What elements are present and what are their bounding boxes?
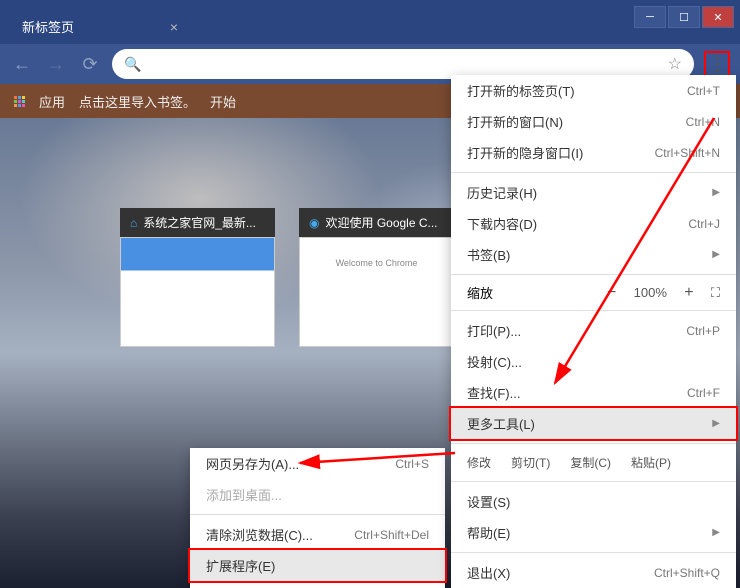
menu-item-settings[interactable]: 设置(S)	[451, 486, 736, 517]
menu-shortcut: Ctrl+J	[688, 217, 720, 231]
bookmark-star-icon[interactable]: ☆	[668, 54, 682, 74]
browser-window: 新标签页 × ─ ☐ ✕ ← → ⟳ 🔍 ☆ 应用 点击这里导入书签。 开始	[0, 0, 740, 588]
menu-item-downloads[interactable]: 下载内容(D) Ctrl+J	[451, 208, 736, 239]
menu-item-history[interactable]: 历史记录(H) ▶	[451, 177, 736, 208]
chevron-right-icon: ▶	[712, 187, 720, 198]
menu-item-cast[interactable]: 投射(C)...	[451, 346, 736, 377]
main-menu: 打开新的标签页(T) Ctrl+T 打开新的窗口(N) Ctrl+N 打开新的隐…	[451, 75, 736, 588]
separator	[451, 274, 736, 275]
menu-item-new-window[interactable]: 打开新的窗口(N) Ctrl+N	[451, 106, 736, 137]
menu-item-bookmarks[interactable]: 书签(B) ▶	[451, 239, 736, 270]
menu-item-print[interactable]: 打印(P)... Ctrl+P	[451, 315, 736, 346]
close-icon[interactable]: ×	[170, 19, 178, 35]
menu-label: 书签(B)	[467, 245, 510, 264]
tab-title: 新标签页	[22, 17, 74, 36]
menu-item-incognito[interactable]: 打开新的隐身窗口(I) Ctrl+Shift+N	[451, 137, 736, 168]
menu-item-more-tools[interactable]: 更多工具(L) ▶	[449, 406, 738, 441]
browser-tab[interactable]: 新标签页 ×	[6, 9, 186, 44]
menu-label: 打开新的标签页(T)	[467, 81, 575, 100]
menu-item-clear-data[interactable]: 清除浏览数据(C)... Ctrl+Shift+Del	[190, 519, 445, 550]
menu-label: 打开新的窗口(N)	[467, 112, 563, 131]
zoom-in-button[interactable]: +	[679, 284, 699, 302]
separator	[451, 172, 736, 173]
reload-button[interactable]: ⟳	[78, 54, 102, 75]
menu-item-new-tab[interactable]: 打开新的标签页(T) Ctrl+T	[451, 75, 736, 106]
thumb-title: 欢迎使用 Google C...	[325, 214, 437, 231]
menu-label: 查找(F)...	[467, 383, 520, 402]
menu-item-edit: 修改 剪切(T) 复制(C) 粘贴(P)	[451, 448, 736, 477]
menu-label: 退出(X)	[467, 563, 510, 582]
menu-label: 帮助(E)	[467, 523, 510, 542]
menu-shortcut: Ctrl+Shift+Del	[354, 528, 429, 542]
cut-button[interactable]: 剪切(T)	[511, 454, 550, 471]
menu-item-extensions[interactable]: 扩展程序(E)	[188, 548, 447, 583]
separator	[451, 552, 736, 553]
menu-label: 打印(P)...	[467, 321, 521, 340]
more-tools-submenu: 网页另存为(A)... Ctrl+S 添加到桌面... 清除浏览数据(C)...…	[190, 448, 445, 588]
back-button[interactable]: ←	[10, 54, 34, 75]
menu-label: 缩放	[467, 283, 493, 302]
minimize-button[interactable]: ─	[634, 6, 666, 28]
menu-label: 修改	[467, 454, 491, 471]
apps-icon[interactable]	[14, 96, 25, 107]
menu-label: 更多工具(L)	[467, 414, 535, 433]
menu-label: 历史记录(H)	[467, 183, 537, 202]
close-button[interactable]: ✕	[702, 6, 734, 28]
start-link[interactable]: 开始	[210, 92, 236, 111]
chevron-right-icon: ▶	[712, 249, 720, 260]
zoom-value: 100%	[634, 285, 667, 300]
chevron-right-icon: ▶	[712, 527, 720, 538]
titlebar: 新标签页 × ─ ☐ ✕	[0, 0, 740, 44]
copy-button[interactable]: 复制(C)	[570, 454, 611, 471]
thumb-preview	[120, 237, 275, 347]
menu-label: 设置(S)	[467, 492, 510, 511]
thumbnail-tile[interactable]: ⌂ 系统之家官网_最新...	[120, 208, 275, 347]
separator	[190, 514, 445, 515]
menu-shortcut: Ctrl+N	[686, 115, 720, 129]
zoom-out-button[interactable]: −	[602, 284, 622, 302]
menu-shortcut: Ctrl+Shift+Q	[654, 566, 720, 580]
menu-item-exit[interactable]: 退出(X) Ctrl+Shift+Q	[451, 557, 736, 588]
chrome-icon: ◉	[309, 216, 319, 230]
menu-label: 扩展程序(E)	[206, 556, 275, 575]
separator	[451, 310, 736, 311]
thumbnail-tile[interactable]: ◉ 欢迎使用 Google C...	[299, 208, 454, 347]
fullscreen-icon[interactable]: ⛶	[711, 285, 720, 301]
menu-item-add-desktop: 添加到桌面...	[190, 479, 445, 510]
menu-shortcut: Ctrl+F	[687, 386, 720, 400]
menu-label: 网页另存为(A)...	[206, 454, 299, 473]
apps-label[interactable]: 应用	[39, 92, 65, 111]
thumb-preview	[299, 237, 454, 347]
thumbnails: ⌂ 系统之家官网_最新... ◉ 欢迎使用 Google C...	[120, 208, 454, 347]
import-hint[interactable]: 点击这里导入书签。	[79, 92, 196, 111]
separator	[451, 443, 736, 444]
menu-label: 投射(C)...	[467, 352, 522, 371]
window-controls: ─ ☐ ✕	[634, 6, 734, 28]
menu-label: 打开新的隐身窗口(I)	[467, 143, 583, 162]
maximize-button[interactable]: ☐	[668, 6, 700, 28]
forward-button: →	[44, 54, 68, 75]
menu-label: 添加到桌面...	[206, 485, 282, 504]
chevron-right-icon: ▶	[712, 418, 720, 429]
menu-label: 清除浏览数据(C)...	[206, 525, 313, 544]
menu-item-save-as[interactable]: 网页另存为(A)... Ctrl+S	[190, 448, 445, 479]
menu-item-help[interactable]: 帮助(E) ▶	[451, 517, 736, 548]
menu-shortcut: Ctrl+S	[395, 457, 429, 471]
menu-shortcut: Ctrl+T	[687, 84, 720, 98]
menu-shortcut: Ctrl+P	[686, 324, 720, 338]
main-menu-button[interactable]	[704, 51, 730, 77]
menu-item-find[interactable]: 查找(F)... Ctrl+F	[451, 377, 736, 408]
paste-button[interactable]: 粘贴(P)	[631, 454, 671, 471]
site-icon: ⌂	[130, 216, 137, 230]
menu-item-zoom: 缩放 − 100% + ⛶	[451, 279, 736, 306]
search-icon: 🔍	[124, 56, 141, 73]
thumb-title: 系统之家官网_最新...	[143, 214, 256, 231]
separator	[451, 481, 736, 482]
menu-shortcut: Ctrl+Shift+N	[655, 146, 720, 160]
menu-label: 下载内容(D)	[467, 214, 537, 233]
